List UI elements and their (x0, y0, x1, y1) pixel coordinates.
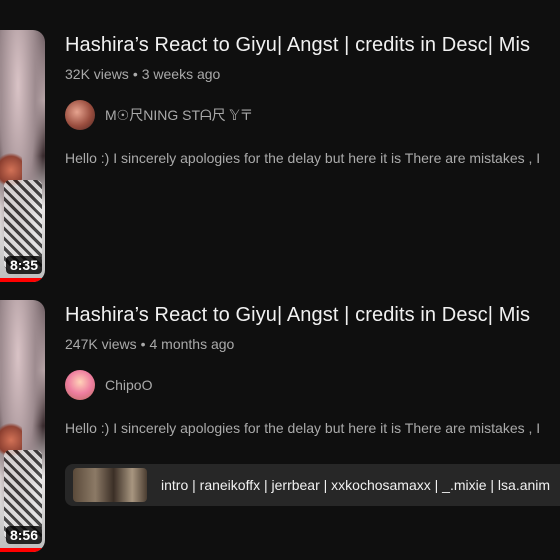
channel-name[interactable]: ChipoO (105, 377, 152, 393)
video-thumbnail[interactable]: 8:35 (0, 30, 45, 282)
video-title[interactable]: Hashira’s React to Giyu| Angst | credits… (65, 34, 530, 57)
meta-separator: • (140, 336, 146, 352)
meta-separator: • (132, 66, 138, 82)
view-count: 247K views (65, 336, 137, 352)
duration-badge: 8:56 (5, 526, 42, 544)
watch-progress-bar (0, 278, 45, 282)
video-description-snippet: Hello :) I sincerely apologies for the d… (65, 150, 541, 166)
watch-progress-bar (0, 548, 45, 552)
video-thumbnail[interactable]: 8:56 (0, 300, 45, 552)
channel-name[interactable]: M☉尺NING STᗩ尺 𝕐〒 (105, 105, 253, 125)
chapters-label[interactable]: intro | raneikoffx | jerrbear | xxkochos… (161, 477, 550, 493)
video-meta: 32K views • 3 weeks ago (65, 66, 220, 82)
duration-badge: 8:35 (5, 256, 42, 274)
channel-avatar[interactable] (65, 370, 95, 400)
video-title[interactable]: Hashira’s React to Giyu| Angst | credits… (65, 304, 530, 327)
key-moments-chip[interactable]: intro | raneikoffx | jerrbear | xxkochos… (65, 464, 560, 506)
upload-age: 4 months ago (149, 336, 235, 352)
video-meta: 247K views • 4 months ago (65, 336, 234, 352)
view-count: 32K views (65, 66, 129, 82)
channel-avatar[interactable] (65, 100, 95, 130)
channel-link[interactable]: M☉尺NING STᗩ尺 𝕐〒 (65, 100, 253, 130)
chapter-thumbnail[interactable] (73, 468, 147, 502)
upload-age: 3 weeks ago (141, 66, 221, 82)
channel-link[interactable]: ChipoO (65, 370, 152, 400)
video-description-snippet: Hello :) I sincerely apologies for the d… (65, 420, 541, 436)
